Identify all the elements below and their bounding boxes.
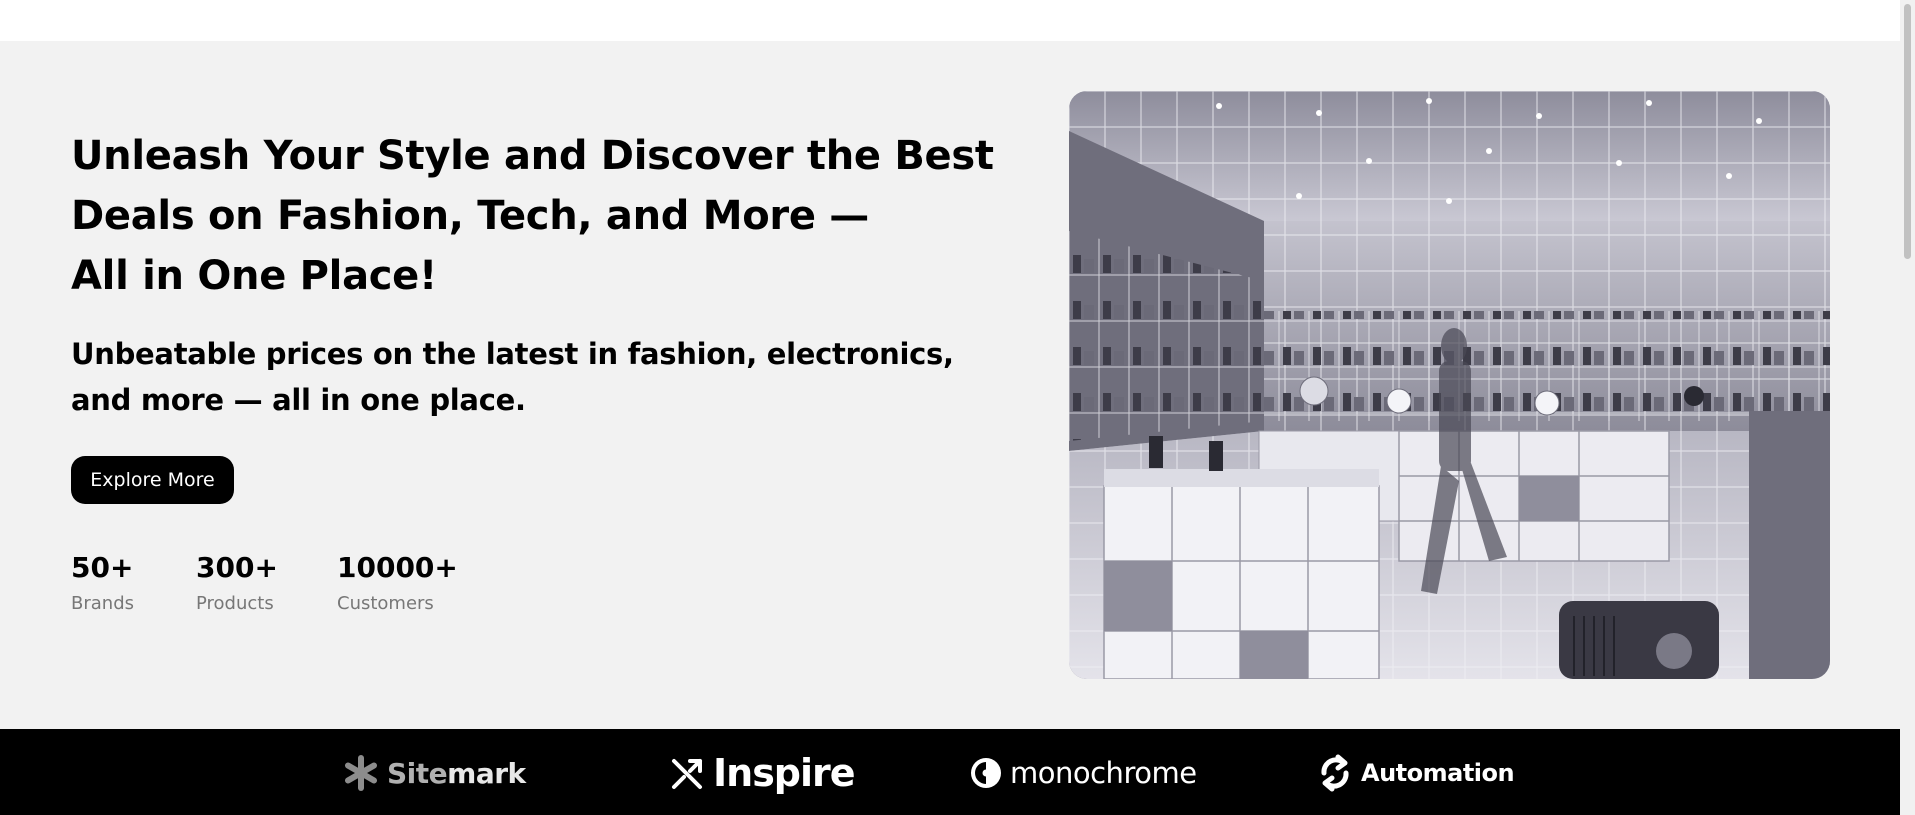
- store-interior-illustration: [1069, 91, 1830, 679]
- hero-title: Unleash Your Style and Discover the Best…: [71, 126, 994, 306]
- shuffle-logo-icon: [672, 759, 702, 789]
- stat-value: 10000+: [337, 551, 458, 584]
- stat-products: 300+ Products: [196, 551, 278, 614]
- refresh-logo-icon: [1321, 754, 1349, 792]
- hero-title-line: Deals on Fashion, Tech, and More —: [71, 193, 870, 239]
- stat-label: Customers: [337, 593, 434, 614]
- brand-sitemark[interactable]: Sitemark: [342, 751, 526, 795]
- explore-more-button[interactable]: Explore More: [71, 456, 234, 504]
- stat-brands: 50+ Brands: [71, 551, 134, 614]
- hero-subtitle: Unbeatable prices on the latest in fashi…: [71, 331, 971, 423]
- hero-section: Unleash Your Style and Discover the Best…: [0, 41, 1900, 729]
- hero-title-line: All in One Place!: [71, 253, 437, 299]
- page-scrollbar[interactable]: [1900, 0, 1915, 815]
- brand-name: Inspire: [713, 751, 856, 795]
- hero-subtitle-line: Unbeatable prices on the latest in fashi…: [71, 337, 954, 371]
- hero-title-line: Unleash Your Style and Discover the Best: [71, 133, 994, 179]
- stat-value: 300+: [196, 551, 278, 584]
- stat-customers: 10000+ Customers: [337, 551, 458, 614]
- stat-label: Products: [196, 593, 274, 614]
- hero-subtitle-line: and more — all in one place.: [71, 383, 526, 417]
- brand-name: mark: [447, 756, 526, 790]
- hero-store-image: [1069, 91, 1830, 679]
- brand-inspire[interactable]: Inspire: [670, 751, 856, 795]
- asterisk-logo-icon: [345, 755, 377, 791]
- scrollbar-thumb[interactable]: [1904, 4, 1911, 259]
- brand-name: Site: [387, 756, 448, 790]
- brand-name: monochrome: [1010, 756, 1197, 790]
- stat-value: 50+: [71, 551, 134, 584]
- brand-automation[interactable]: Automation: [1316, 751, 1515, 795]
- half-circle-logo-icon: [971, 758, 1001, 788]
- stat-label: Brands: [71, 593, 134, 614]
- brand-monochrome[interactable]: monochrome: [969, 751, 1197, 795]
- brand-name: Automation: [1361, 759, 1515, 787]
- brand-logos-bar: Sitemark Inspire monochrome Automation: [0, 729, 1900, 815]
